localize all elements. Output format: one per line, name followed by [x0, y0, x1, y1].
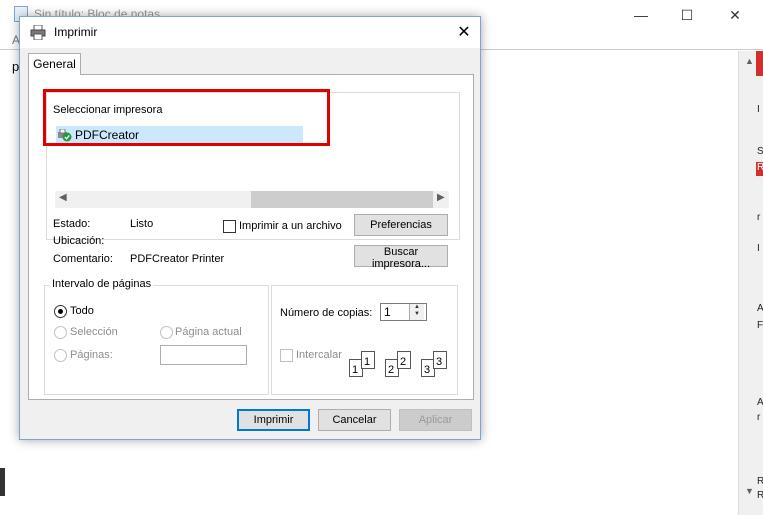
dialog-title: Imprimir: [54, 25, 98, 39]
side-text: R: [757, 490, 763, 501]
copies-stepper[interactable]: 1 ▲ ▼: [380, 303, 427, 321]
range-selection-radio[interactable]: [54, 326, 67, 339]
apply-button[interactable]: Aplicar: [399, 409, 472, 431]
range-pages-radio[interactable]: [54, 349, 67, 362]
range-current-label: Página actual: [175, 326, 242, 338]
status-value: Listo: [130, 218, 154, 230]
radio-selected-dot: [58, 309, 63, 314]
status-label: Estado:: [53, 218, 91, 230]
collate-checkbox[interactable]: [280, 349, 293, 362]
range-selection-label: Selección: [70, 326, 118, 338]
cancel-button[interactable]: Cancelar: [318, 409, 391, 431]
preferences-button[interactable]: Preferencias: [354, 214, 448, 236]
scroll-left-icon[interactable]: ◀: [59, 192, 67, 203]
range-all-radio[interactable]: [54, 305, 67, 318]
side-text: S: [757, 146, 763, 157]
side-text: r: [757, 412, 761, 423]
location-label: Ubicación:: [53, 235, 105, 247]
side-text: I: [757, 243, 760, 254]
side-text: A: [757, 397, 763, 408]
scroll-down-icon[interactable]: ▼: [745, 486, 754, 496]
collate-label: Intercalar: [296, 349, 342, 361]
side-text: I: [757, 104, 760, 115]
side-text: R: [757, 162, 763, 173]
printer-icon: [30, 25, 46, 40]
left-edge-strip: [0, 468, 5, 496]
side-text: R: [757, 476, 763, 487]
notepad-vertical-scrollbar[interactable]: ▲ ▼: [738, 51, 763, 515]
collate-preview: 1 1 2 2 3 3: [349, 349, 449, 379]
comment-label: Comentario:: [53, 253, 113, 265]
side-accent-bar: [756, 51, 763, 76]
dialog-title-bar: Imprimir ✕: [20, 17, 480, 48]
maximize-button[interactable]: ☐: [664, 0, 710, 30]
range-pages-label: Páginas:: [70, 349, 113, 361]
copies-value: 1: [384, 305, 391, 319]
close-button[interactable]: ✕: [712, 0, 758, 30]
scroll-thumb[interactable]: [251, 191, 433, 208]
range-all-label: Todo: [70, 305, 94, 317]
side-text: r: [757, 212, 761, 223]
side-text: F: [757, 320, 763, 331]
spin-down-icon[interactable]: ▼: [410, 311, 424, 318]
dialog-close-button[interactable]: ✕: [452, 21, 476, 45]
spin-up-icon[interactable]: ▲: [410, 304, 424, 311]
minimize-button[interactable]: —: [618, 0, 664, 30]
collate-page-icon: 1: [361, 351, 375, 369]
find-printer-button[interactable]: Buscar impresora...: [354, 245, 448, 270]
highlight-annotation-box: [43, 89, 330, 146]
pages-input[interactable]: [160, 345, 247, 365]
collate-page-icon: 2: [397, 351, 411, 369]
print-to-file-checkbox[interactable]: [223, 220, 236, 233]
collate-page-icon: 3: [433, 351, 447, 369]
copies-spin-buttons[interactable]: ▲ ▼: [409, 304, 424, 320]
print-dialog: Imprimir ✕ General Seleccionar impresora…: [19, 16, 481, 440]
printer-list-hscrollbar[interactable]: ◀ ▶: [55, 191, 449, 208]
tab-general[interactable]: General: [28, 53, 81, 75]
comment-value: PDFCreator Printer: [130, 253, 225, 265]
side-text: A: [757, 303, 763, 314]
scroll-up-icon[interactable]: ▲: [745, 56, 754, 66]
copies-label: Número de copias:: [280, 307, 373, 319]
page-range-label: Intervalo de páginas: [50, 278, 154, 290]
page-range-group: [44, 285, 269, 395]
scroll-right-icon[interactable]: ▶: [437, 192, 445, 203]
print-to-file-label: Imprimir a un archivo: [239, 220, 342, 232]
print-button[interactable]: Imprimir: [237, 409, 310, 431]
range-current-radio[interactable]: [160, 326, 173, 339]
